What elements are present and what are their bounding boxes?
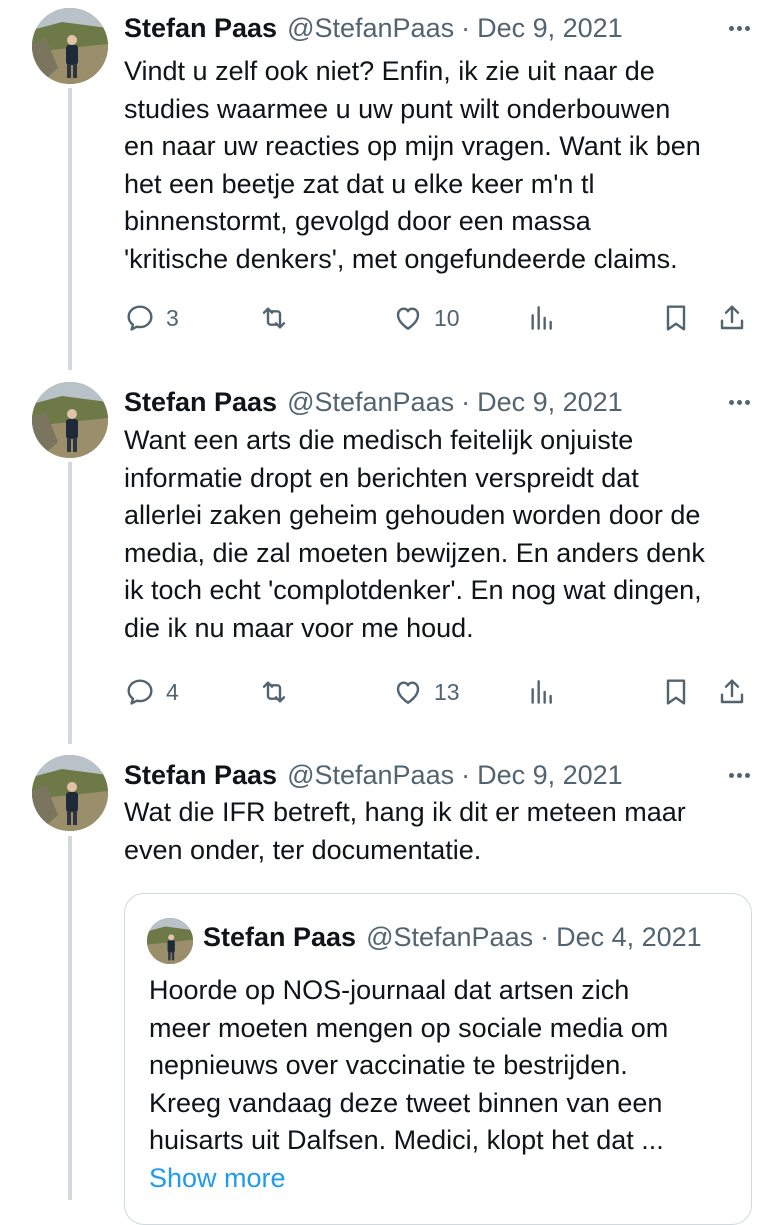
reply-button[interactable]: 4 (124, 672, 179, 712)
author-handle[interactable]: @StefanPaas (287, 760, 454, 791)
views-icon (531, 680, 552, 704)
avatar[interactable] (32, 382, 108, 458)
author-name: Stefan Paas (203, 922, 357, 952)
text-line: nepnieuws over vaccinatie te bestrijden. (149, 1050, 628, 1081)
retweet-icon (262, 307, 286, 329)
tweet-header: Stefan Paas @StefanPaas · Dec 9, 2021 (124, 384, 750, 420)
like-button[interactable]: 13 (392, 672, 460, 712)
reply-count: 3 (166, 304, 179, 331)
bookmark-button[interactable] (660, 298, 692, 338)
tweet-header: Stefan Paas @StefanPaas · Dec 9, 2021 (124, 757, 750, 793)
quote-header: Stefan Paas @StefanPaas · Dec 4, 2021 (203, 922, 702, 953)
author-handle[interactable]: @StefanPaas (287, 13, 454, 44)
separator-dot: · (461, 386, 471, 417)
retweet-icon (262, 681, 286, 703)
text-line: informatie dropt en berichten verspreidt… (124, 462, 639, 493)
like-count: 13 (434, 678, 460, 705)
tweet-date[interactable]: Dec 9, 2021 (477, 13, 623, 44)
share-button[interactable] (716, 298, 748, 338)
more-options-icon[interactable] (729, 394, 750, 411)
text-line: studies waarmee u uw punt wilt onderbouw… (124, 93, 671, 124)
views-button[interactable] (526, 298, 558, 338)
text-line: binnenstormt, gevolgd door een massa (124, 206, 591, 237)
text-line: en naar uw reacties op mijn vragen. Want… (124, 131, 701, 162)
author-name[interactable]: Stefan Paas (124, 760, 277, 791)
separator-dot: · (461, 759, 471, 790)
separator-dot: · (461, 12, 471, 43)
text-line: meer moeten mengen op sociale media om (149, 1012, 669, 1043)
tweet-date: Dec 4, 2021 (556, 922, 702, 952)
like-count: 10 (434, 304, 460, 331)
author-handle[interactable]: @StefanPaas (287, 387, 454, 418)
text-line: even onder, ter documentatie. (124, 834, 482, 865)
more-options-icon[interactable] (729, 767, 750, 784)
views-button[interactable] (526, 672, 558, 712)
text-line: allerlei zaken geheim gehouden worden do… (124, 500, 701, 531)
avatar[interactable] (32, 755, 108, 831)
retweet-button[interactable] (258, 298, 290, 338)
author-name[interactable]: Stefan Paas (124, 13, 277, 44)
show-more-link[interactable]: Show more (149, 1160, 739, 1198)
reply-count: 4 (166, 678, 179, 705)
reply-icon (127, 305, 153, 331)
views-icon (531, 306, 552, 330)
text-line: media, die zal moeten bewijzen. En ander… (124, 537, 705, 568)
action-bar: 3 10 (124, 298, 764, 338)
heart-icon (396, 681, 420, 704)
author-name[interactable]: Stefan Paas (124, 387, 277, 418)
separator-dot: · (540, 922, 550, 952)
avatar[interactable] (147, 918, 193, 964)
more-options-icon[interactable] (729, 20, 750, 37)
text-line: Want een arts die medisch feitelijk onju… (124, 425, 634, 455)
tweet-text: Want een arts die medisch feitelijk onju… (124, 422, 764, 648)
share-button[interactable] (716, 672, 748, 712)
bookmark-icon (666, 305, 686, 331)
bookmark-button[interactable] (660, 672, 692, 712)
tweet[interactable]: Stefan Paas @StefanPaas · Dec 9, 2021 Vi… (0, 8, 784, 358)
reply-button[interactable]: 3 (124, 298, 179, 338)
text-line: het een beetje zat dat u elke keer m'n t… (124, 168, 595, 199)
quote-text: Hoorde op NOS-journaal dat artsen zich m… (149, 972, 739, 1198)
like-button[interactable]: 10 (392, 298, 460, 338)
avatar[interactable] (32, 8, 108, 84)
heart-icon (396, 307, 420, 330)
text-line: huisarts uit Dalfsen. Medici, klopt het … (149, 1125, 664, 1156)
share-icon (720, 679, 744, 704)
share-icon (720, 305, 744, 330)
reply-icon (127, 679, 153, 705)
tweet-date[interactable]: Dec 9, 2021 (477, 387, 623, 418)
bookmark-icon (666, 679, 686, 705)
text-line: Kreeg vandaag deze tweet binnen van een (149, 1087, 663, 1118)
text-line: Vindt u zelf ook niet? Enfin, ik zie uit… (124, 56, 655, 86)
text-line: die ik nu maar voor me houd. (124, 612, 474, 643)
tweet-text: Wat die IFR betreft, hang ik dit er mete… (124, 794, 764, 869)
tweet-text: Vindt u zelf ook niet? Enfin, ik zie uit… (124, 53, 764, 279)
action-bar: 4 13 (124, 672, 764, 712)
author-handle: @StefanPaas (366, 922, 534, 952)
tweet-header: Stefan Paas @StefanPaas · Dec 9, 2021 (124, 10, 750, 46)
tweet[interactable]: Stefan Paas @StefanPaas · Dec 9, 2021 Wa… (0, 382, 784, 732)
quoted-tweet[interactable]: Stefan Paas @StefanPaas · Dec 4, 2021 Ho… (124, 893, 752, 1225)
tweet-date[interactable]: Dec 9, 2021 (477, 760, 623, 791)
text-line: Hoorde op NOS-journaal dat artsen zich (149, 975, 630, 1005)
text-line: Wat die IFR betreft, hang ik dit er mete… (124, 797, 686, 827)
text-line: ik toch echt 'complotdenker'. En nog wat… (124, 575, 702, 606)
retweet-button[interactable] (258, 672, 290, 712)
text-line: 'kritische denkers', met ongefundeerde c… (124, 243, 678, 274)
